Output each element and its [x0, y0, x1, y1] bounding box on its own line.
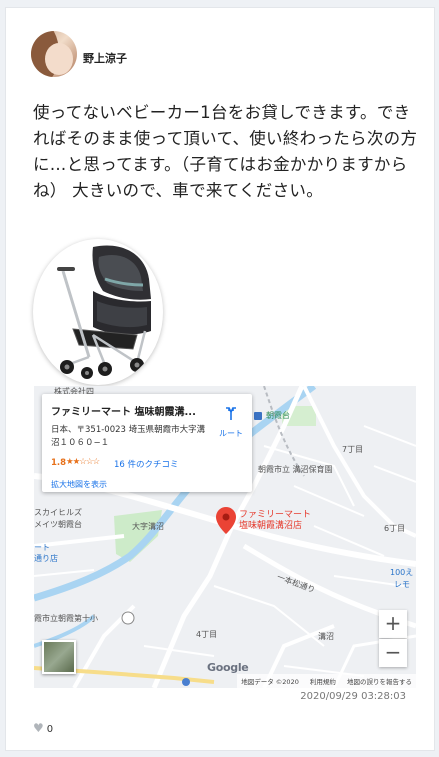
map-label-mates: メイツ朝霞台	[34, 520, 82, 529]
map-label-mizonuma: 溝沼	[318, 632, 334, 641]
stroller-image[interactable]	[33, 239, 163, 385]
pin-label-line2: 塩味朝霞溝沼店	[239, 521, 303, 531]
satellite-toggle[interactable]	[42, 640, 76, 674]
route-button[interactable]: ルート	[214, 406, 248, 439]
pin-label[interactable]: ファミリーマート 塩味朝霞溝沼店	[239, 510, 311, 532]
google-logo: Google	[207, 661, 249, 674]
heart-icon: ♥	[33, 721, 44, 735]
post-card: 野上涼子 使ってないベビーカー1台をお貸しできます。できればそのまま使って頂いて…	[5, 7, 435, 751]
map-label-osaka: 大字溝沼	[132, 522, 164, 531]
enlarge-map-link[interactable]: 拡大地図を表示	[51, 479, 107, 490]
like-button[interactable]: ♥ 0	[33, 721, 53, 735]
rating-stars-icon: ★★☆☆☆	[66, 457, 100, 467]
stroller-icon	[57, 245, 151, 379]
terms-link[interactable]: 利用規約	[310, 678, 336, 686]
map-label-school: 霞市立朝霞第十小	[34, 614, 98, 623]
zoom-out-button[interactable]: −	[379, 639, 407, 667]
map-attribution: 地図データ ©2020 利用規約 地図の誤りを報告する	[237, 674, 416, 688]
like-count: 0	[46, 724, 54, 735]
place-rating: 1.8	[51, 458, 67, 468]
map-label-mart: ート	[34, 543, 50, 552]
place-address: 日本、〒351-0023 埼玉県朝霞市大字溝沼１０６０−１	[51, 425, 206, 448]
pin-label-line1: ファミリーマート	[239, 510, 312, 520]
route-label: ルート	[219, 429, 243, 438]
directions-icon	[226, 407, 236, 420]
report-error-link[interactable]: 地図の誤りを報告する	[347, 678, 412, 686]
post-text: 使ってないベビーカー1台をお貸しできます。できればそのまま使って頂いて、使い終わ…	[33, 103, 418, 200]
avatar[interactable]	[31, 31, 77, 77]
map-label-7chome: 7丁目	[342, 445, 364, 454]
reviews-link[interactable]: 16 件のクチコミ	[114, 458, 179, 470]
map-label-4chome: 4丁目	[196, 630, 218, 639]
map-label-e100: 100え	[390, 568, 414, 577]
post-timestamp: 2020/09/29 03:28:03	[300, 691, 406, 702]
username[interactable]: 野上涼子	[83, 50, 127, 66]
map-label-6chome: 6丁目	[384, 524, 406, 533]
map-label-lemo: レモ	[394, 580, 410, 589]
map-label-mart2: 通り店	[34, 554, 58, 563]
map-label-skyhills: スカイヒルズ	[34, 508, 82, 517]
map-data-credit: 地図データ ©2020	[241, 678, 299, 686]
place-infobox: ファミリーマート 塩味朝霞溝... 日本、〒351-0023 埼玉県朝霞市大字溝…	[42, 394, 252, 492]
zoom-in-button[interactable]: +	[379, 610, 407, 638]
map-embed[interactable]: 株式会社四 朝霞台 7丁目 朝霞市立 溝沼保育園 スカイヒルズ メイツ朝霞台 ー…	[34, 386, 416, 688]
place-name: ファミリーマート 塩味朝霞溝...	[51, 407, 196, 418]
map-label-hoikuen: 朝霞市立 溝沼保育園	[258, 465, 333, 474]
map-label-asakadai: 朝霞台	[266, 411, 290, 420]
avatar-face	[45, 43, 73, 75]
